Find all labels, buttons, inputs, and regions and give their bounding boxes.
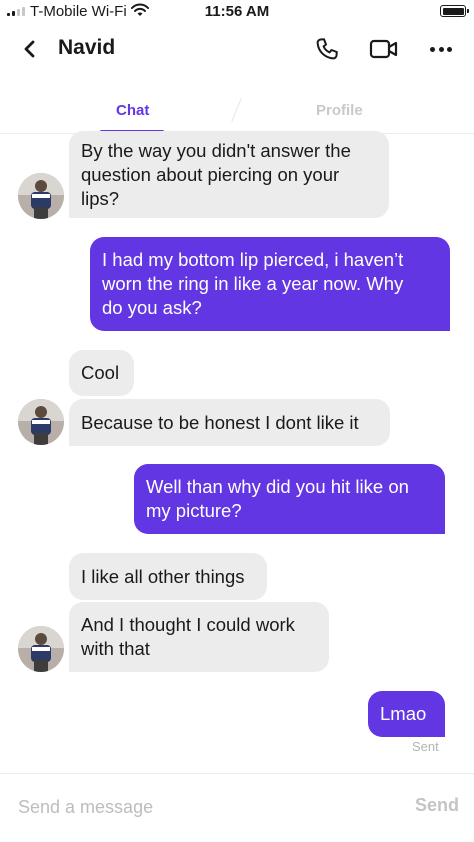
message-text: And I thought I could work bbox=[81, 614, 295, 635]
chat-tabs: Chat Profile bbox=[0, 92, 474, 134]
message-bubble-outgoing[interactable]: Well than why did you hit like on my pic… bbox=[134, 464, 445, 534]
delivery-status: Sent bbox=[412, 739, 439, 754]
message-text: question about piercing on your bbox=[81, 163, 340, 185]
avatar-photo bbox=[18, 399, 64, 445]
chat-header: Navid bbox=[0, 24, 474, 74]
tab-divider bbox=[231, 97, 242, 123]
message-bubble-incoming[interactable]: Because to be honest I dont like it bbox=[69, 399, 390, 446]
message-bubble-outgoing[interactable]: I had my bottom lip pierced, i haven’t w… bbox=[90, 237, 450, 331]
message-text: Because to be honest I dont like it bbox=[81, 411, 359, 433]
message-text: I had my bottom lip pierced, i haven’t bbox=[102, 249, 404, 270]
message-bubble-incoming[interactable]: I like all other things bbox=[69, 553, 267, 600]
status-bar: T-Mobile Wi-Fi 11:56 AM bbox=[0, 0, 474, 24]
video-camera-icon[interactable] bbox=[369, 37, 399, 61]
contact-avatar[interactable] bbox=[18, 626, 64, 672]
message-text: Well than why did you hit like on bbox=[146, 476, 409, 497]
message-text: Cool bbox=[81, 362, 120, 383]
message-bubble-incoming[interactable]: And I thought I could work with that bbox=[69, 602, 329, 672]
message-text: my picture? bbox=[146, 500, 242, 521]
message-text: worn the ring in like a year now. Why bbox=[102, 273, 404, 294]
message-bubble-incoming[interactable]: By the way you didn't answer the questio… bbox=[69, 131, 389, 218]
phone-icon[interactable] bbox=[314, 36, 340, 62]
message-text: Lmao bbox=[380, 703, 427, 724]
avatar-photo bbox=[18, 626, 64, 672]
send-button[interactable]: Send bbox=[415, 795, 459, 816]
avatar-photo bbox=[18, 173, 64, 219]
message-text: I like all other things bbox=[81, 565, 245, 587]
composer-divider bbox=[0, 773, 474, 774]
battery-icon bbox=[440, 5, 469, 17]
message-bubble-incoming[interactable]: Cool bbox=[69, 350, 134, 396]
tab-chat[interactable]: Chat bbox=[116, 102, 149, 119]
tab-profile[interactable]: Profile bbox=[316, 102, 363, 119]
message-bubble-outgoing[interactable]: Lmao bbox=[368, 691, 445, 737]
message-text: lips? bbox=[81, 187, 120, 209]
back-button[interactable] bbox=[18, 36, 42, 62]
message-text: with that bbox=[81, 638, 150, 659]
message-input[interactable] bbox=[18, 793, 378, 821]
contact-name[interactable]: Navid bbox=[58, 36, 115, 60]
more-options-icon[interactable] bbox=[428, 36, 454, 62]
message-text: do you ask? bbox=[102, 297, 202, 318]
message-text: By the way you didn't answer the bbox=[81, 139, 351, 161]
contact-avatar[interactable] bbox=[18, 399, 64, 445]
contact-avatar[interactable] bbox=[18, 173, 64, 219]
status-time: 11:56 AM bbox=[204, 3, 270, 20]
